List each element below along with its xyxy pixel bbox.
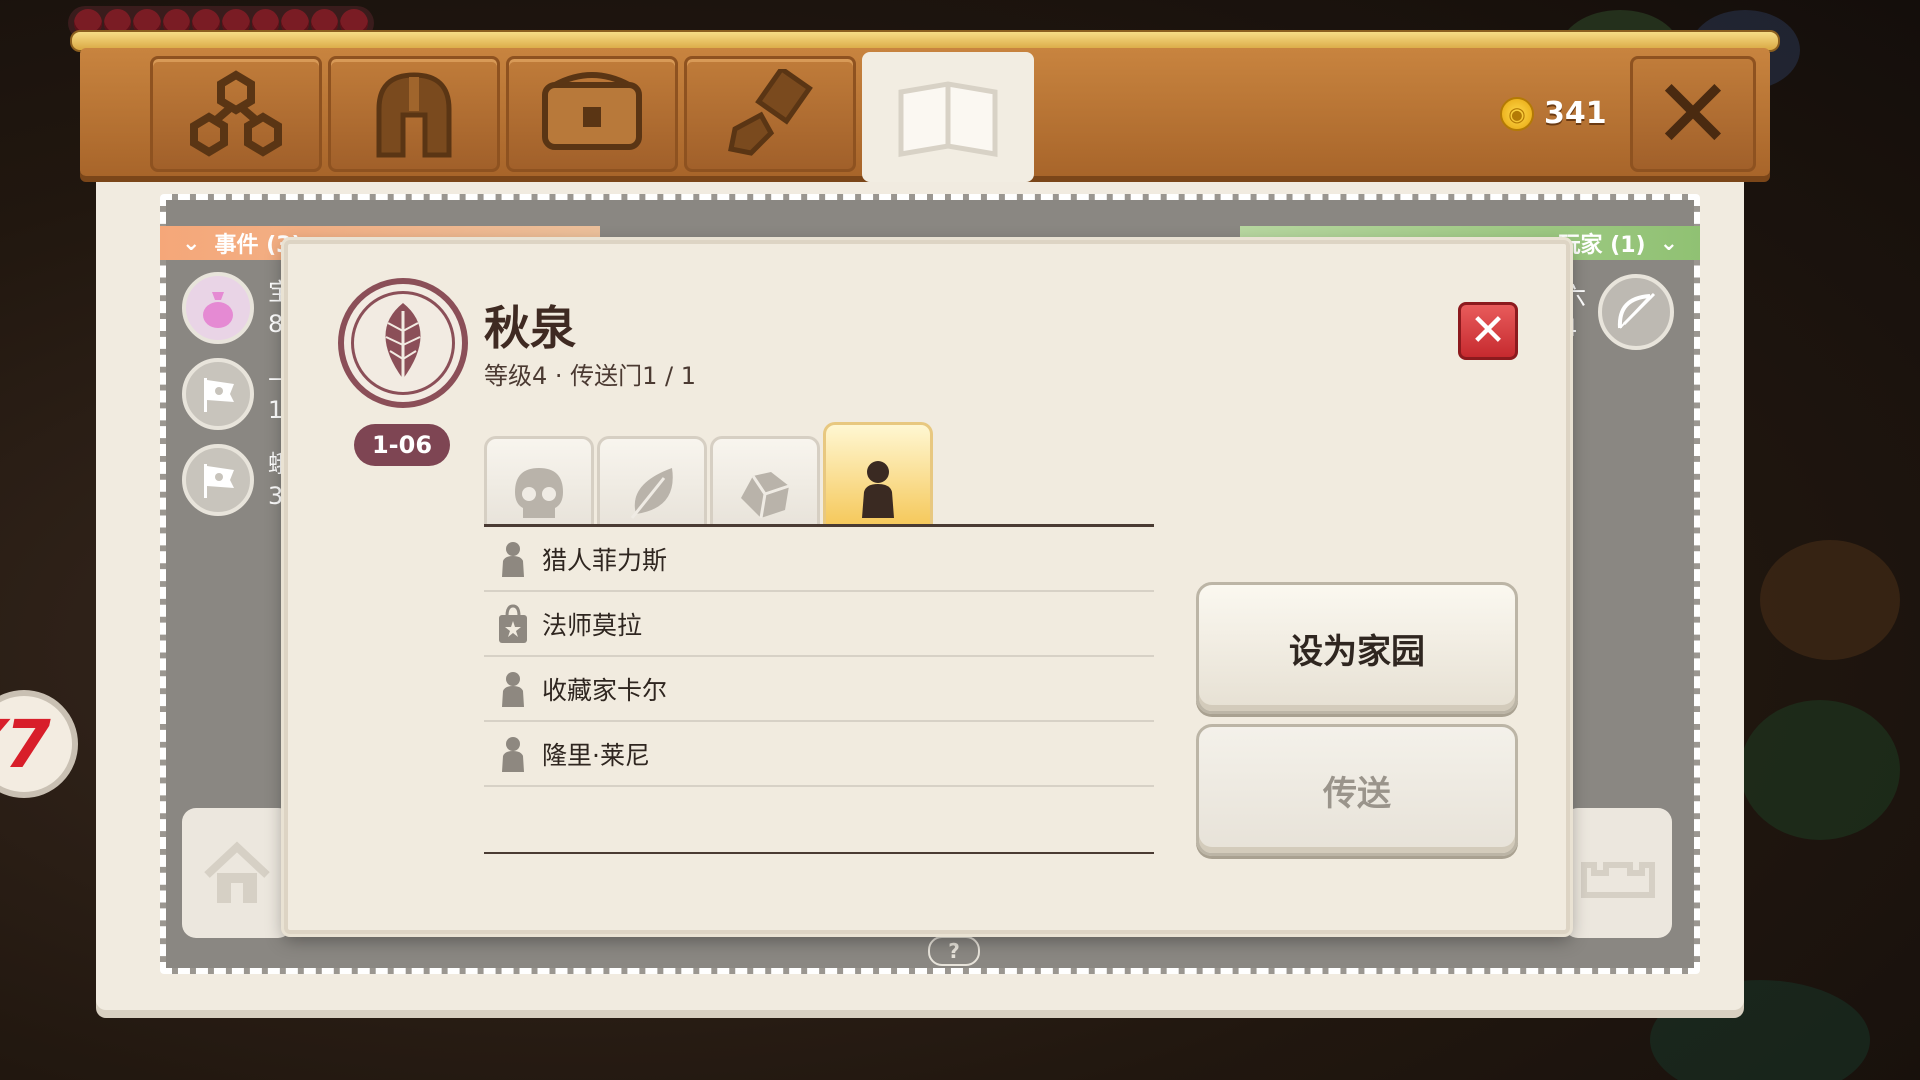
person-icon	[862, 461, 894, 518]
skull-flag-icon[interactable]	[182, 444, 254, 516]
tab-crafting[interactable]	[684, 56, 856, 172]
person-icon	[502, 671, 524, 707]
npc-name: 隆里·莱尼	[542, 740, 650, 770]
rock-icon	[741, 472, 790, 519]
tab-inventory[interactable]	[506, 56, 678, 172]
home-button[interactable]	[182, 808, 292, 938]
castle-button[interactable]	[1564, 808, 1672, 938]
chest-icon	[542, 72, 642, 150]
treasure-bag-icon[interactable]	[182, 272, 254, 344]
gold-display: ◉ 341	[1500, 96, 1607, 131]
person-icon	[502, 736, 524, 772]
chevron-down-icon: ⌄	[1659, 230, 1678, 256]
skull-flag-icon[interactable]	[182, 358, 254, 430]
gold-coin-icon: ◉	[1500, 96, 1534, 131]
hierarchy-icon	[190, 70, 282, 157]
list-item[interactable]: 收藏家卡尔	[484, 657, 1154, 722]
location-subtitle: 等级4 · 传送门1 / 1	[484, 362, 697, 390]
npc-name: 收藏家卡尔	[542, 675, 668, 705]
tab-equipment[interactable]	[328, 56, 500, 172]
chevron-down-icon: ⌄	[182, 230, 201, 256]
close-icon: ✕	[1469, 305, 1507, 356]
list-item[interactable]: 隆里·莱尼	[484, 722, 1154, 787]
level-badge-text: Y7	[0, 705, 51, 783]
person-icon	[502, 541, 524, 577]
zone-code-badge: 1-06	[354, 424, 450, 466]
leaf-icon	[630, 468, 673, 519]
tab-monsters[interactable]	[484, 436, 594, 526]
tab-skill-tree[interactable]	[150, 56, 322, 172]
teleport-button[interactable]: 传送	[1196, 724, 1518, 856]
help-button[interactable]: ?	[928, 936, 980, 966]
shop-bag-star-icon	[499, 603, 527, 643]
tab-ore[interactable]	[710, 436, 820, 526]
list-bottom-line	[484, 852, 1154, 854]
helmet-icon	[376, 72, 452, 158]
bow-arrow-icon[interactable]	[1598, 274, 1674, 350]
help-icon: ?	[948, 939, 960, 963]
close-x-icon: ✕	[1652, 58, 1734, 170]
location-title: 秋泉	[484, 301, 576, 355]
list-item[interactable]: 猎人菲力斯	[484, 527, 1154, 592]
close-panel-button[interactable]: ✕	[1630, 56, 1756, 172]
gold-amount: 341	[1544, 96, 1607, 131]
dialog-close-button[interactable]: ✕	[1458, 302, 1518, 360]
players-header-label: 玩家 (1)	[1558, 233, 1646, 258]
tab-npcs[interactable]	[823, 422, 933, 526]
map-book-icon	[898, 81, 998, 157]
npc-name: 猎人菲力斯	[542, 545, 668, 575]
castle-icon	[1581, 862, 1655, 898]
leaf-emblem-icon	[338, 278, 468, 408]
set-home-button[interactable]: 设为家园	[1196, 582, 1518, 714]
tab-gathering[interactable]	[597, 436, 707, 526]
hammer-icon	[728, 69, 813, 156]
tab-map[interactable]	[862, 52, 1034, 182]
list-item[interactable]: 法师莫拉	[484, 592, 1154, 657]
house-icon	[204, 841, 270, 903]
skull-icon	[515, 468, 563, 518]
npc-name: 法师莫拉	[542, 610, 643, 640]
